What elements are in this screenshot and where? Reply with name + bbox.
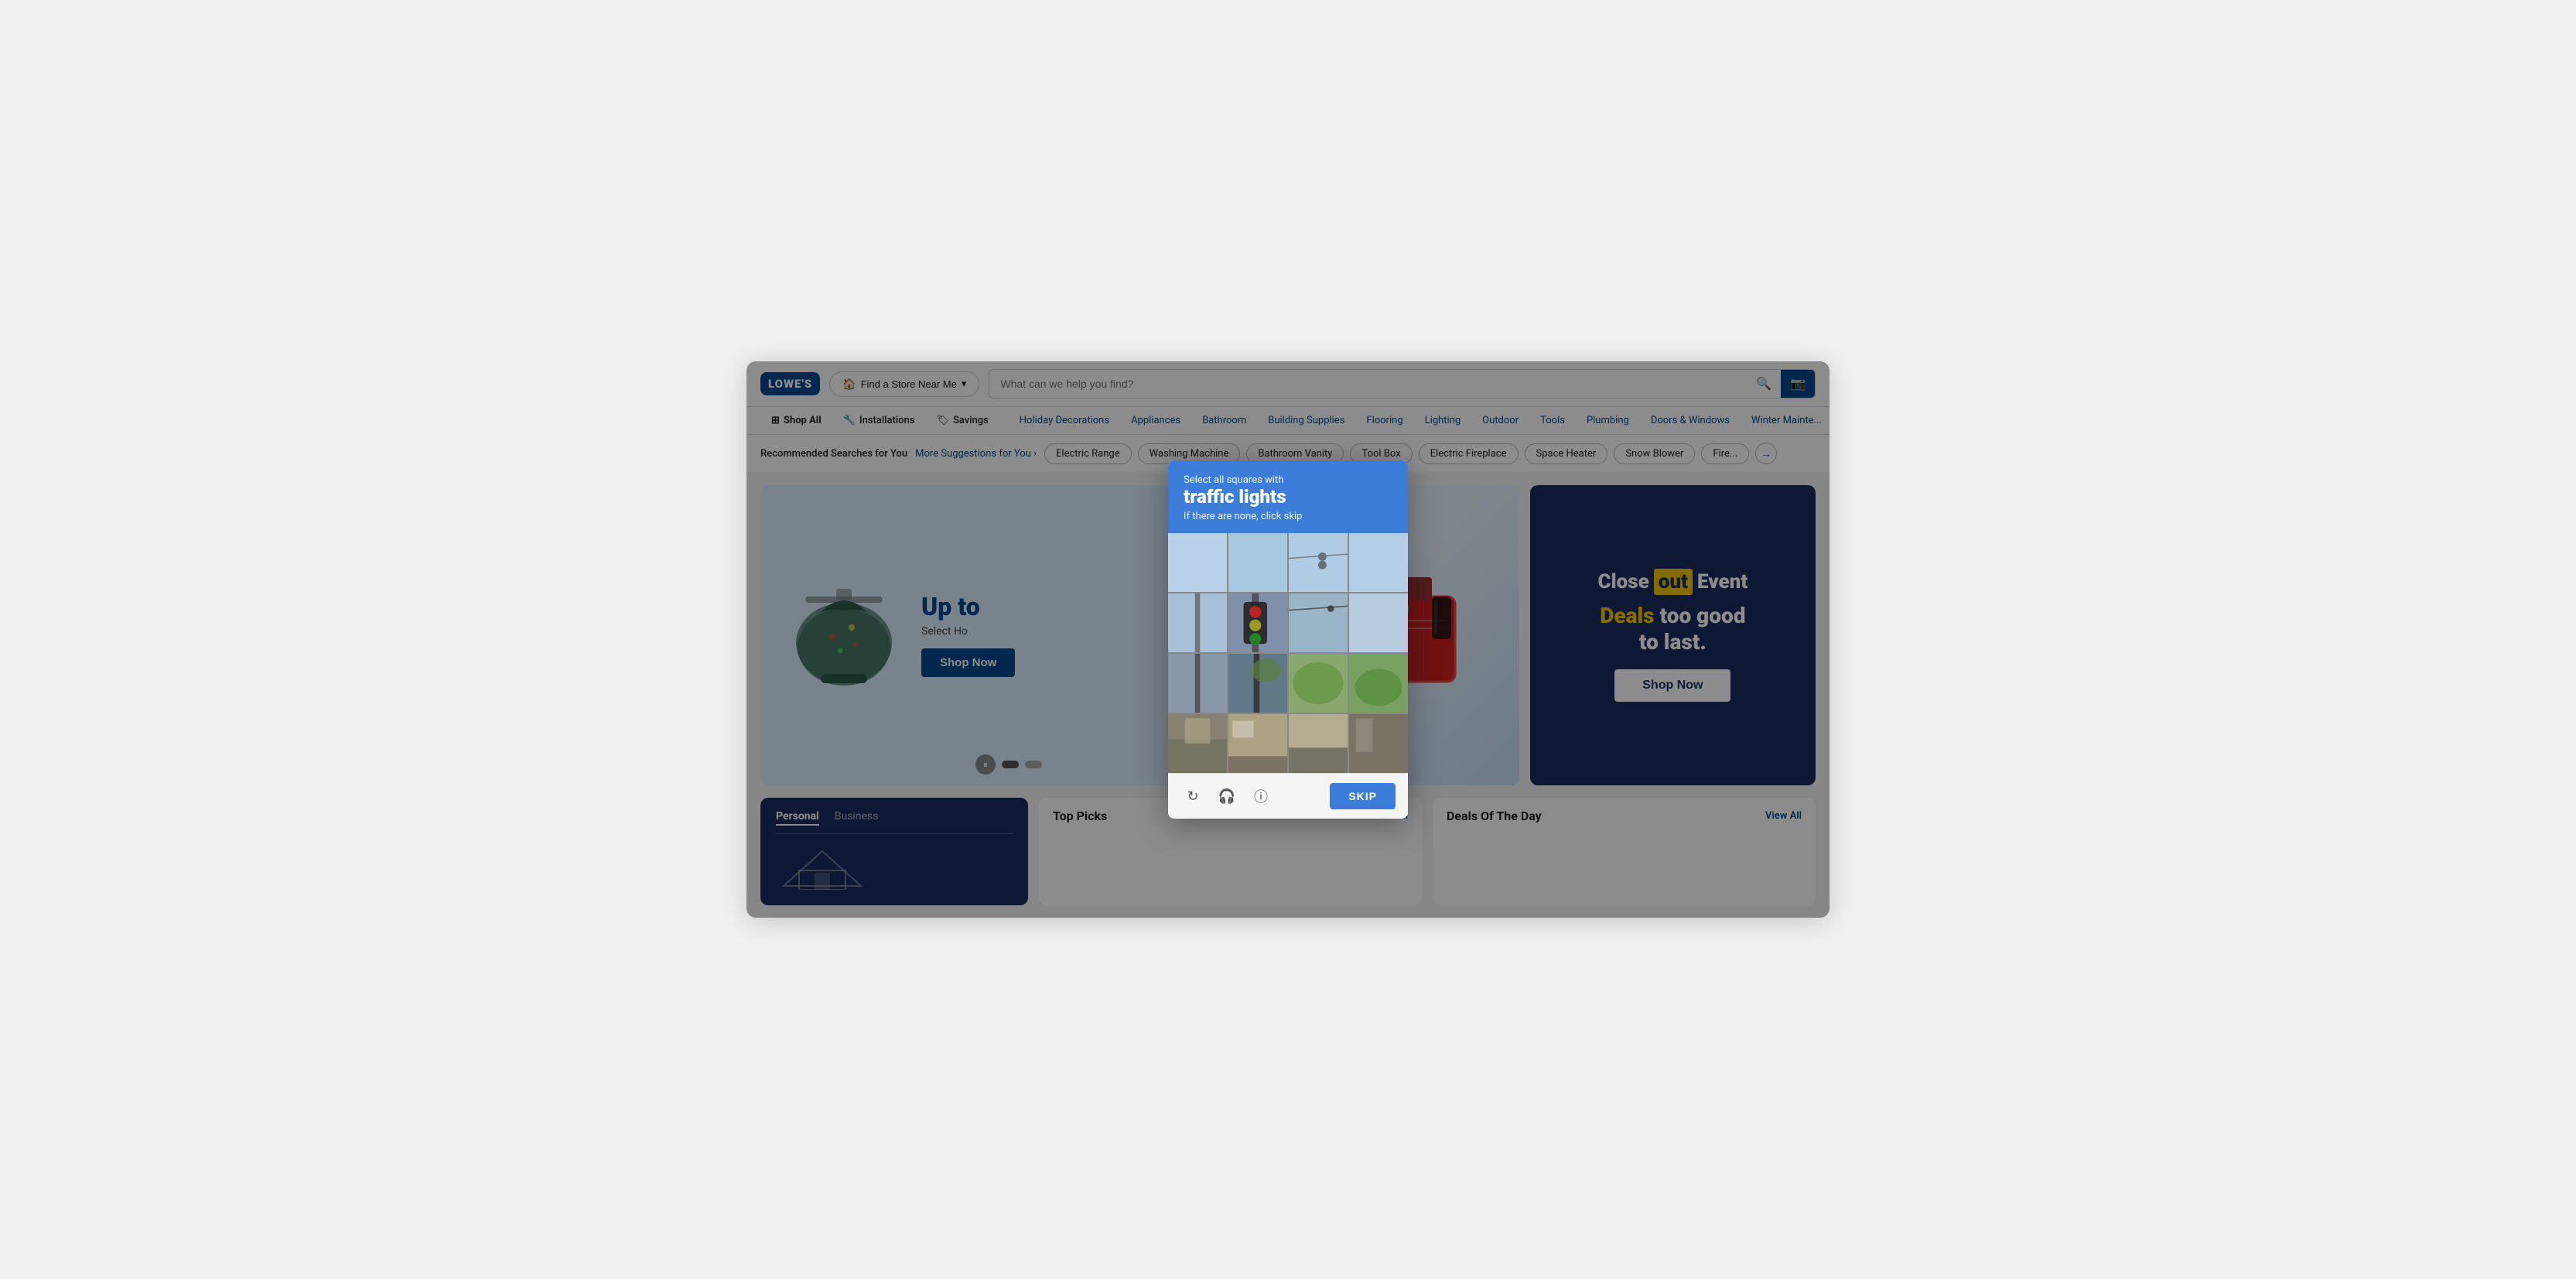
captcha-reload-button[interactable]: ↻ bbox=[1180, 784, 1205, 809]
captcha-cell-13[interactable] bbox=[1228, 714, 1287, 773]
captcha-cell-4[interactable] bbox=[1168, 593, 1227, 652]
captcha-audio-button[interactable]: 🎧 bbox=[1215, 784, 1239, 809]
captcha-subject-text: traffic lights bbox=[1184, 486, 1392, 508]
captcha-instruction-text: If there are none, click skip bbox=[1184, 511, 1392, 522]
captcha-info-button[interactable]: ⓘ bbox=[1249, 784, 1273, 809]
captcha-grid bbox=[1168, 533, 1408, 773]
captcha-header: Select all squares with traffic lights I… bbox=[1168, 460, 1408, 533]
captcha-dialog: Select all squares with traffic lights I… bbox=[1168, 460, 1408, 819]
captcha-select-all-text: Select all squares with bbox=[1184, 474, 1392, 486]
captcha-cell-12[interactable] bbox=[1168, 714, 1227, 773]
captcha-cell-2[interactable] bbox=[1289, 533, 1348, 592]
captcha-cell-6[interactable] bbox=[1289, 593, 1348, 652]
captcha-icons: ↻ 🎧 ⓘ bbox=[1180, 784, 1273, 809]
captcha-cell-11[interactable] bbox=[1349, 654, 1408, 713]
captcha-cell-9[interactable] bbox=[1228, 654, 1287, 713]
captcha-overlay: Select all squares with traffic lights I… bbox=[746, 361, 1830, 918]
captcha-cell-8[interactable] bbox=[1168, 654, 1227, 713]
captcha-skip-button[interactable]: SKIP bbox=[1330, 783, 1396, 809]
captcha-cell-14[interactable] bbox=[1289, 714, 1348, 773]
captcha-cell-7[interactable] bbox=[1349, 593, 1408, 652]
captcha-cell-10[interactable] bbox=[1289, 654, 1348, 713]
captcha-cell-0[interactable] bbox=[1168, 533, 1227, 592]
captcha-cell-5[interactable] bbox=[1228, 593, 1287, 652]
captcha-cell-15[interactable] bbox=[1349, 714, 1408, 773]
captcha-footer: ↻ 🎧 ⓘ SKIP bbox=[1168, 773, 1408, 819]
captcha-cell-1[interactable] bbox=[1228, 533, 1287, 592]
captcha-cell-3[interactable] bbox=[1349, 533, 1408, 592]
